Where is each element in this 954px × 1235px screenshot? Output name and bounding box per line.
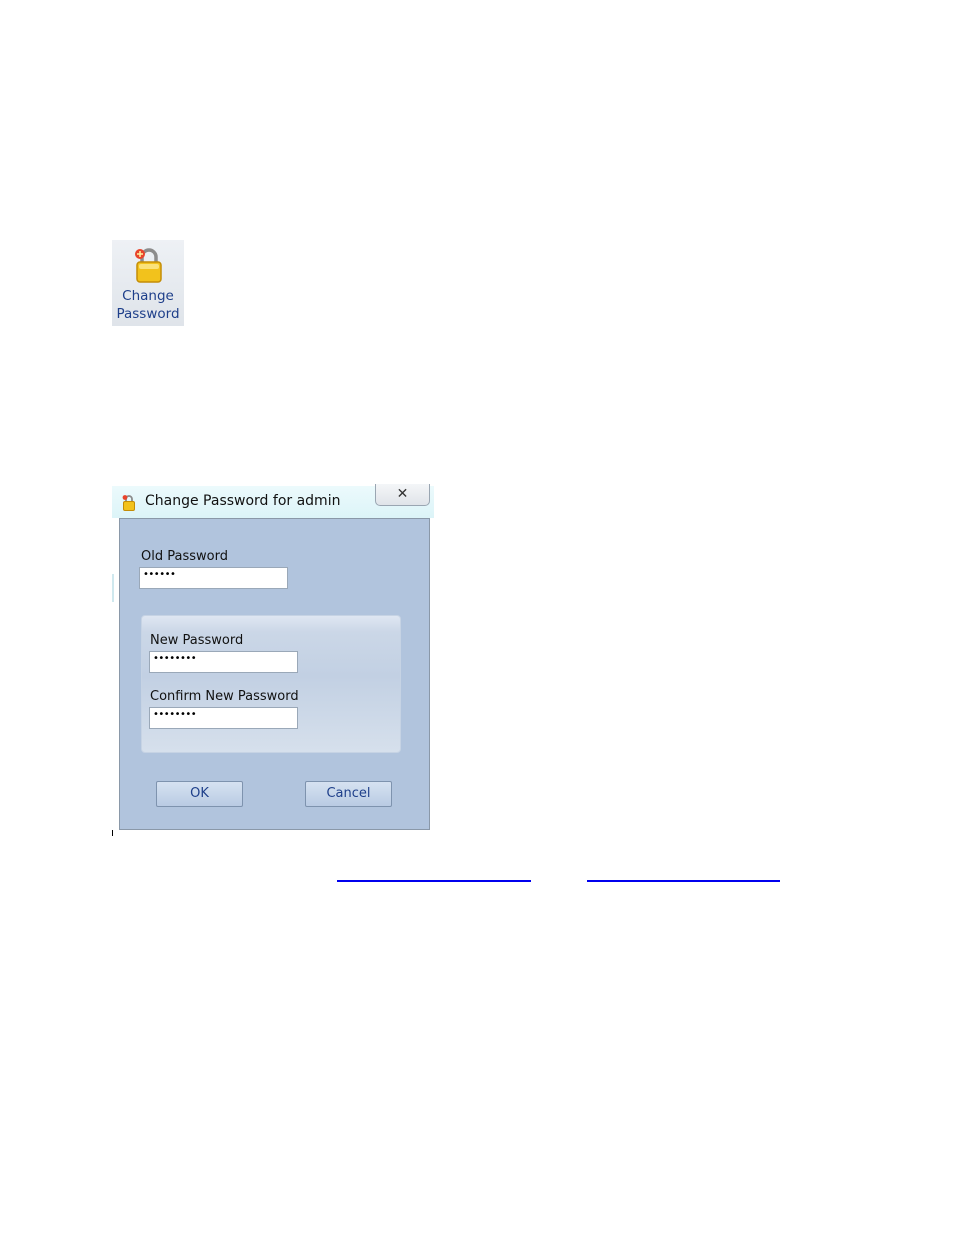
ribbon-button-label-line2: Password [116,306,180,322]
dialog-corner-tick [112,830,113,836]
close-icon: ✕ [396,486,409,502]
close-button[interactable]: ✕ [375,484,430,506]
confirm-password-field[interactable]: •••••••• [149,707,298,729]
cancel-button[interactable]: Cancel [305,781,392,807]
edge-mark [112,574,114,602]
old-password-label: Old Password [141,549,228,564]
old-password-field[interactable]: •••••• [139,567,288,589]
new-password-group: New Password •••••••• Confirm New Passwo… [141,615,401,753]
padlock-icon [122,495,135,511]
ok-button[interactable]: OK [156,781,243,807]
dialog-titlebar[interactable]: Change Password for admin ✕ [112,484,434,518]
hyperlink-2[interactable] [587,880,780,882]
new-password-label: New Password [150,633,244,648]
padlock-icon [135,248,162,283]
ribbon-button-label-line1: Change [122,288,174,304]
dialog-client-area: Old Password •••••• New Password •••••••… [119,518,430,830]
dialog-title: Change Password for admin [145,493,341,509]
change-password-dialog: Change Password for admin ✕ Old Password… [112,484,434,836]
new-password-field[interactable]: •••••••• [149,651,298,673]
dialog-left-edge [112,518,119,830]
hyperlink-1[interactable] [337,880,531,882]
change-password-ribbon-button[interactable]: Change Password [112,240,184,326]
confirm-password-label: Confirm New Password [150,689,299,704]
